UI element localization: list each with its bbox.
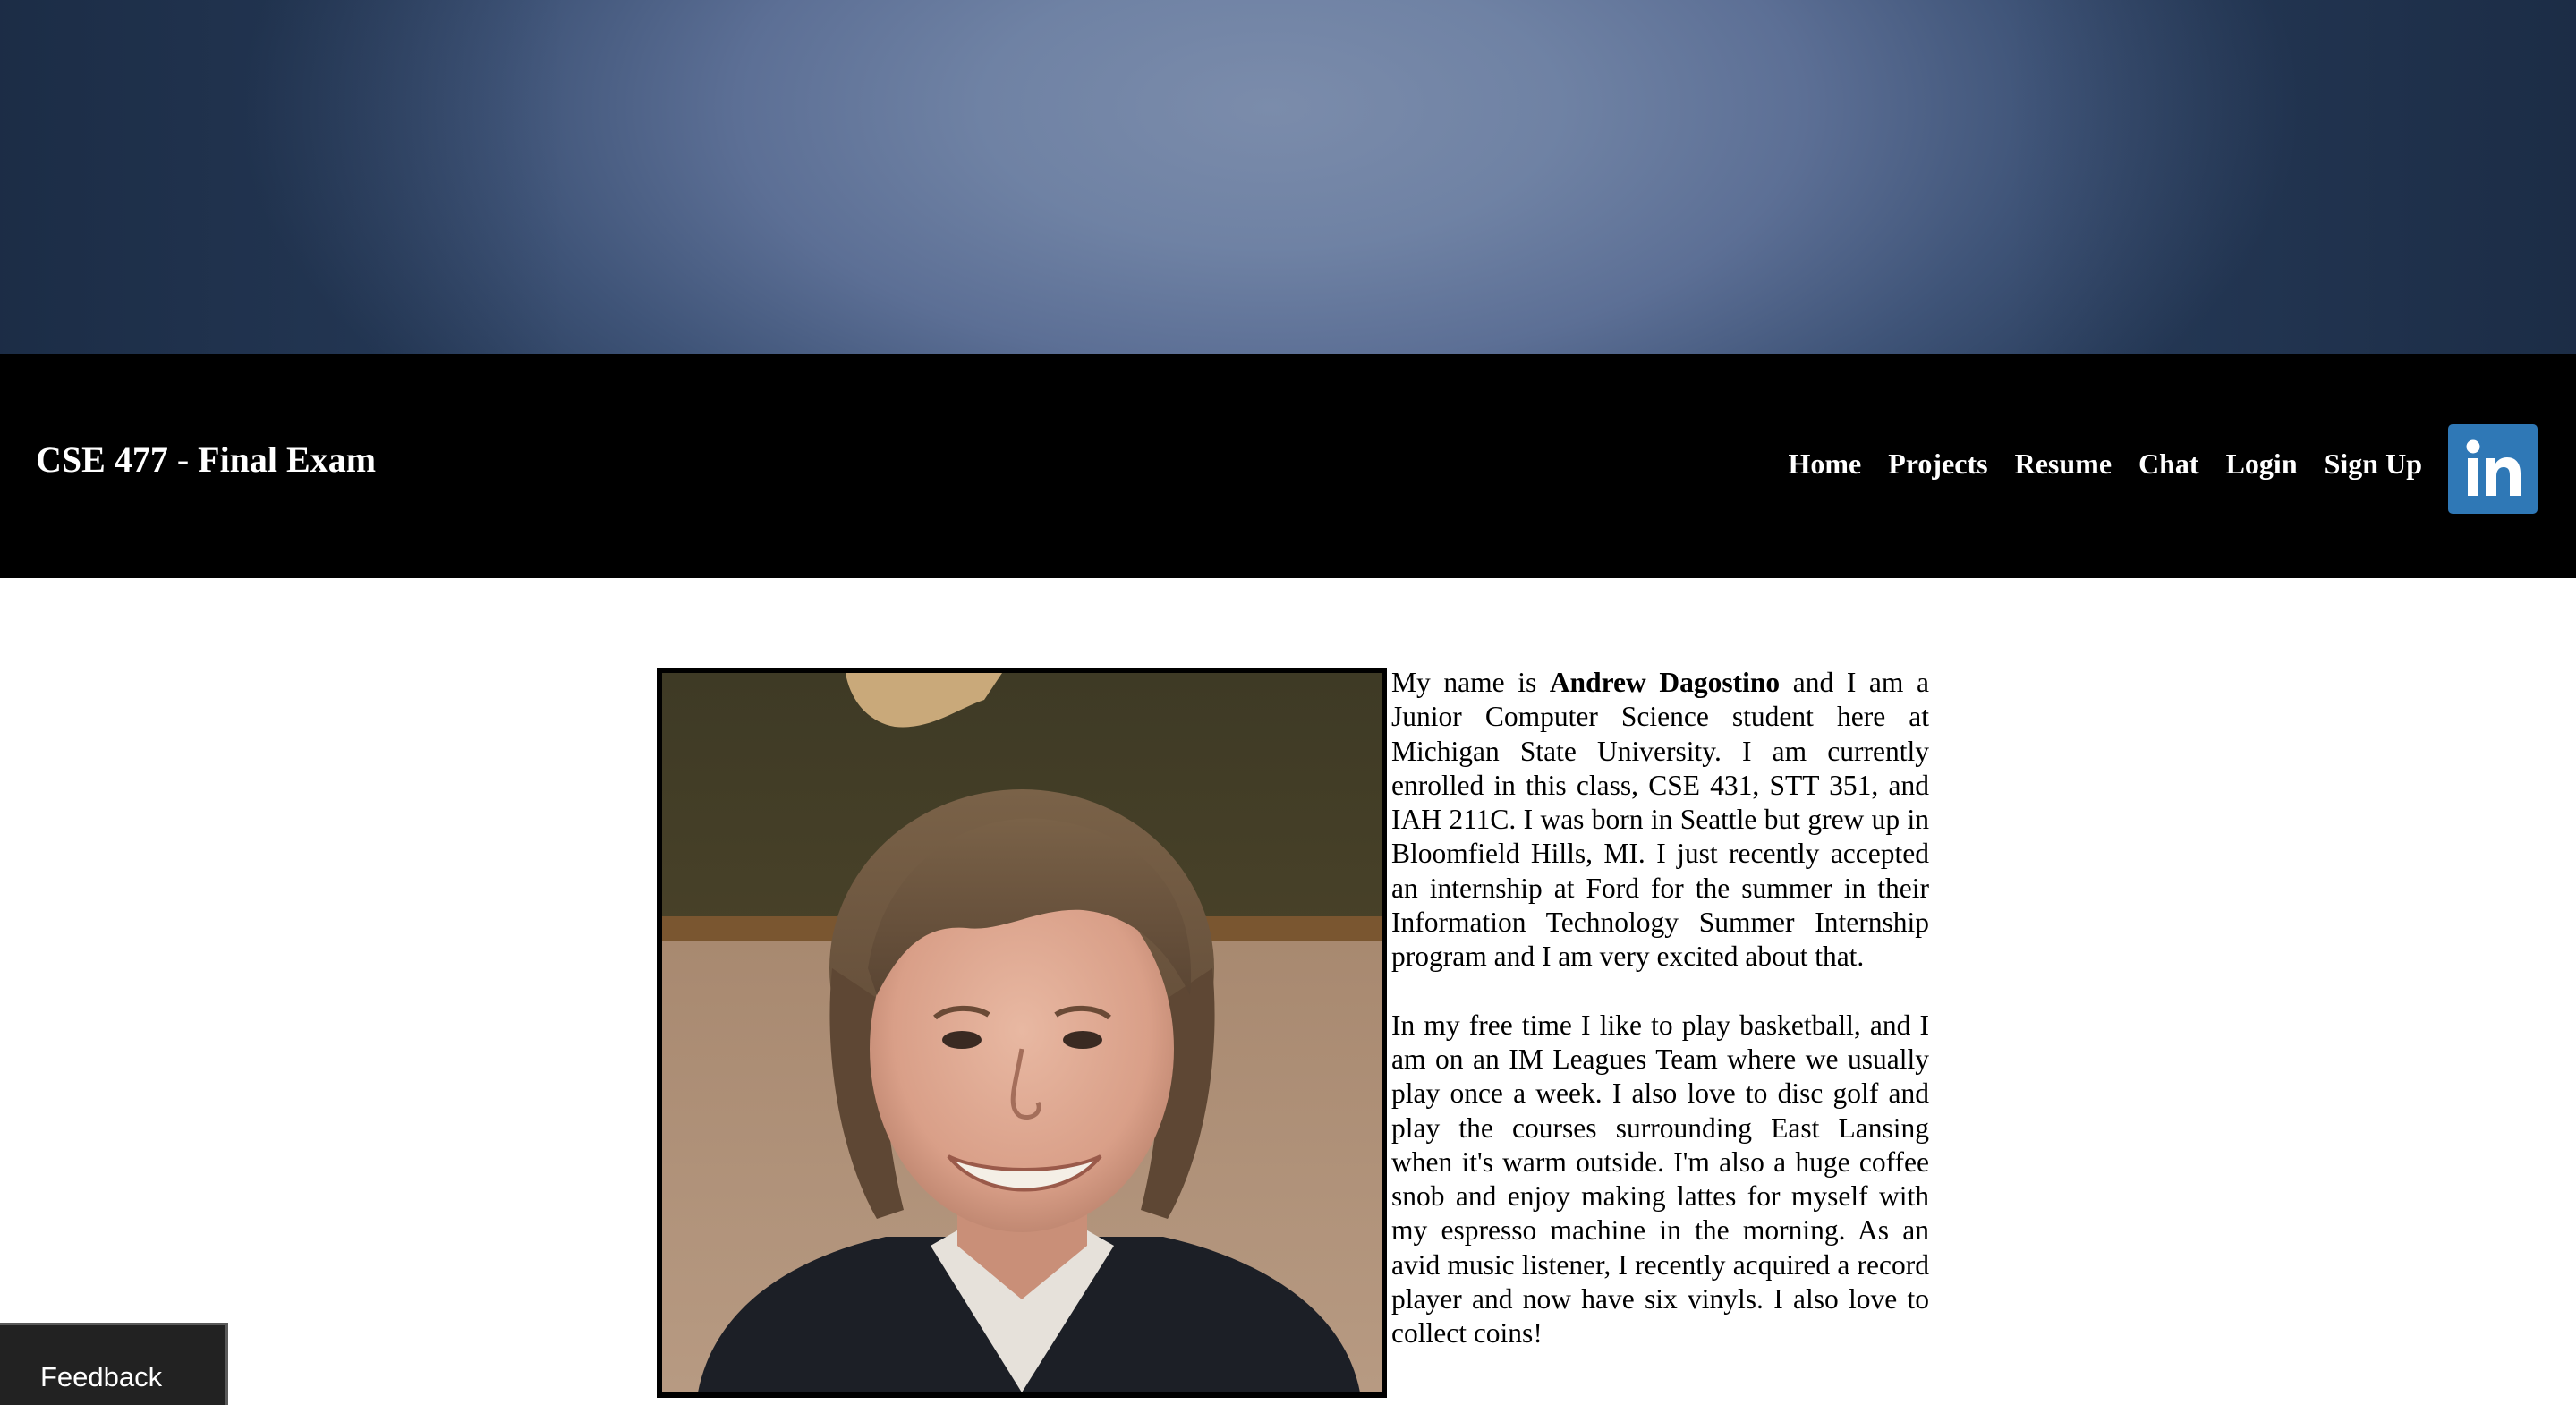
- bio-intro-text: My name is: [1391, 667, 1550, 698]
- navbar: CSE 477 - Final Exam Home Projects Resum…: [0, 354, 2576, 578]
- nav-chat-link[interactable]: Chat: [2138, 444, 2199, 483]
- bio-intro-rest: and I am a Junior Computer Science stude…: [1391, 667, 1929, 973]
- nav-links: Home Projects Resume Chat Login Sign Up: [1789, 444, 2423, 483]
- bio-paragraph-2: In my free time I like to play basketbal…: [1391, 1009, 1929, 1350]
- site-title: CSE 477 - Final Exam: [36, 439, 377, 480]
- nav-resume-link[interactable]: Resume: [2015, 444, 2112, 483]
- feedback-button[interactable]: Feedback: [0, 1323, 228, 1405]
- linkedin-icon[interactable]: [2448, 424, 2538, 514]
- bio-paragraph-1: My name is Andrew Dagostino and I am a J…: [1391, 666, 1929, 975]
- nav-projects-link[interactable]: Projects: [1888, 444, 1987, 483]
- nav-signup-link[interactable]: Sign Up: [2325, 444, 2422, 483]
- feedback-label: Feedback: [40, 1361, 163, 1392]
- profile-photo: [657, 668, 1387, 1398]
- page-root: CSE 477 - Final Exam Home Projects Resum…: [0, 0, 2576, 1405]
- hero-banner: [0, 0, 2576, 354]
- bio-name: Andrew Dagostino: [1549, 667, 1781, 698]
- bio-text: My name is Andrew Dagostino and I am a J…: [1391, 666, 1929, 1351]
- nav-home-link[interactable]: Home: [1789, 444, 1862, 483]
- nav-login-link[interactable]: Login: [2226, 444, 2298, 483]
